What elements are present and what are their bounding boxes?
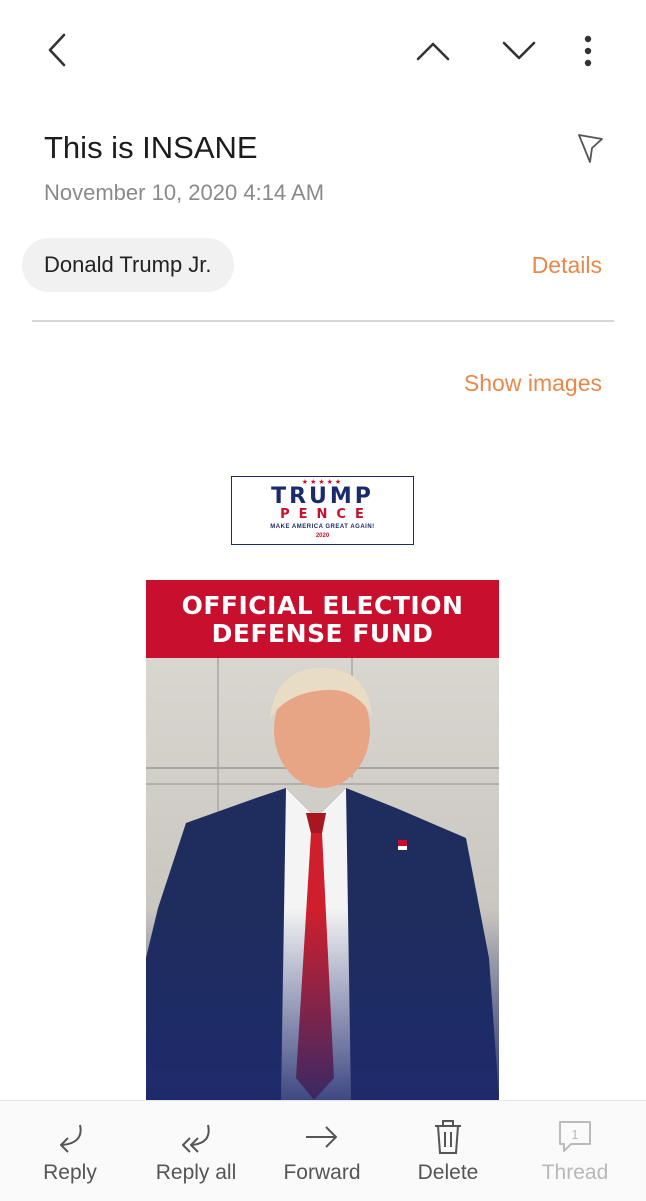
next-email-button[interactable] xyxy=(496,28,542,74)
campaign-logo: ★★★★★ TRUMP PENCE MAKE AMERICA GREAT AGA… xyxy=(231,476,414,545)
reply-icon xyxy=(60,1124,82,1153)
delete-label: Delete xyxy=(417,1161,479,1184)
forward-icon xyxy=(306,1126,337,1148)
thread-icon: 1 xyxy=(559,1121,591,1152)
chevron-left-icon xyxy=(48,33,66,67)
chevron-down-icon xyxy=(502,41,536,60)
reply-all-icon xyxy=(182,1124,210,1153)
trash-icon xyxy=(435,1120,461,1154)
more-vertical-icon xyxy=(584,35,592,67)
forward-button[interactable]: Forward xyxy=(262,1101,382,1201)
reply-all-button[interactable]: Reply all xyxy=(136,1101,256,1201)
logo-line-trump: TRUMP xyxy=(271,484,374,509)
details-link[interactable]: Details xyxy=(532,252,602,279)
logo-year: 2020 xyxy=(315,533,330,539)
logo-slogan: MAKE AMERICA GREAT AGAIN! xyxy=(270,524,375,530)
promo-header-line1: OFFICIAL ELECTION xyxy=(181,591,464,620)
back-button[interactable] xyxy=(36,28,80,72)
bottom-action-bar: Reply Reply all Forward Delete 1 Thread xyxy=(0,1100,646,1201)
thread-label: Thread xyxy=(541,1161,609,1184)
promo-image[interactable]: OFFICIAL ELECTION DEFENSE FUND xyxy=(146,580,499,1100)
promo-header: OFFICIAL ELECTION DEFENSE FUND xyxy=(146,580,499,658)
promo-header-line2: DEFENSE FUND xyxy=(211,619,434,648)
reply-button[interactable]: Reply xyxy=(10,1101,130,1201)
more-options-button[interactable] xyxy=(568,28,608,74)
promo-photo xyxy=(146,658,499,1100)
flag-button[interactable] xyxy=(570,128,610,168)
thread-count-badge: 1 xyxy=(571,1127,578,1142)
logo-line-pence: PENCE xyxy=(280,507,373,522)
show-images-link[interactable]: Show images xyxy=(464,370,602,397)
delete-button[interactable]: Delete xyxy=(388,1101,508,1201)
flag-icon xyxy=(578,134,603,163)
reply-all-label: Reply all xyxy=(155,1161,237,1184)
email-date: November 10, 2020 4:14 AM xyxy=(44,180,325,205)
email-subject: This is INSANE xyxy=(44,130,258,165)
thread-button[interactable]: 1 Thread xyxy=(515,1101,635,1201)
previous-email-button[interactable] xyxy=(410,28,456,74)
chevron-up-icon xyxy=(416,42,450,61)
top-toolbar xyxy=(0,0,646,100)
forward-label: Forward xyxy=(283,1161,361,1184)
header-divider xyxy=(32,320,614,322)
reply-label: Reply xyxy=(43,1161,97,1184)
sender-chip[interactable]: Donald Trump Jr. xyxy=(22,238,234,292)
